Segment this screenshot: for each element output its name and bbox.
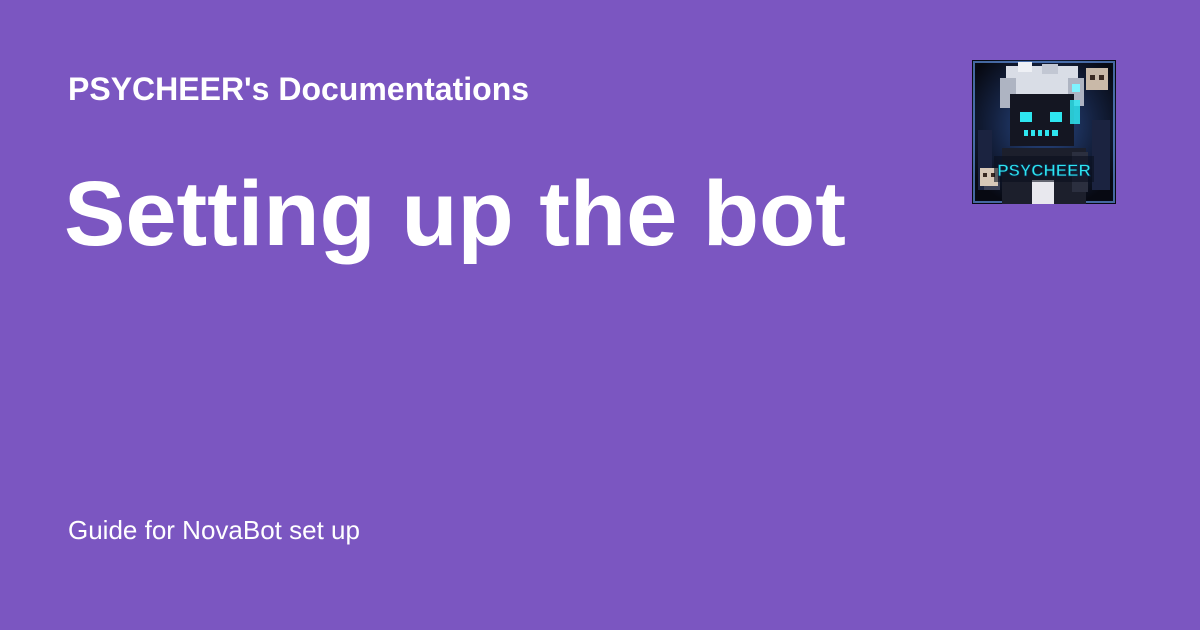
psycheer-avatar-logo-icon: PSYCHEER — [972, 60, 1116, 204]
logo-text: PSYCHEER — [997, 161, 1091, 180]
page-description: Guide for NovaBot set up — [68, 515, 360, 545]
site-logo: PSYCHEER — [972, 60, 1116, 204]
site-name: PSYCHEER's Documentations — [68, 71, 530, 107]
page-title: Setting up the bot — [64, 163, 846, 265]
